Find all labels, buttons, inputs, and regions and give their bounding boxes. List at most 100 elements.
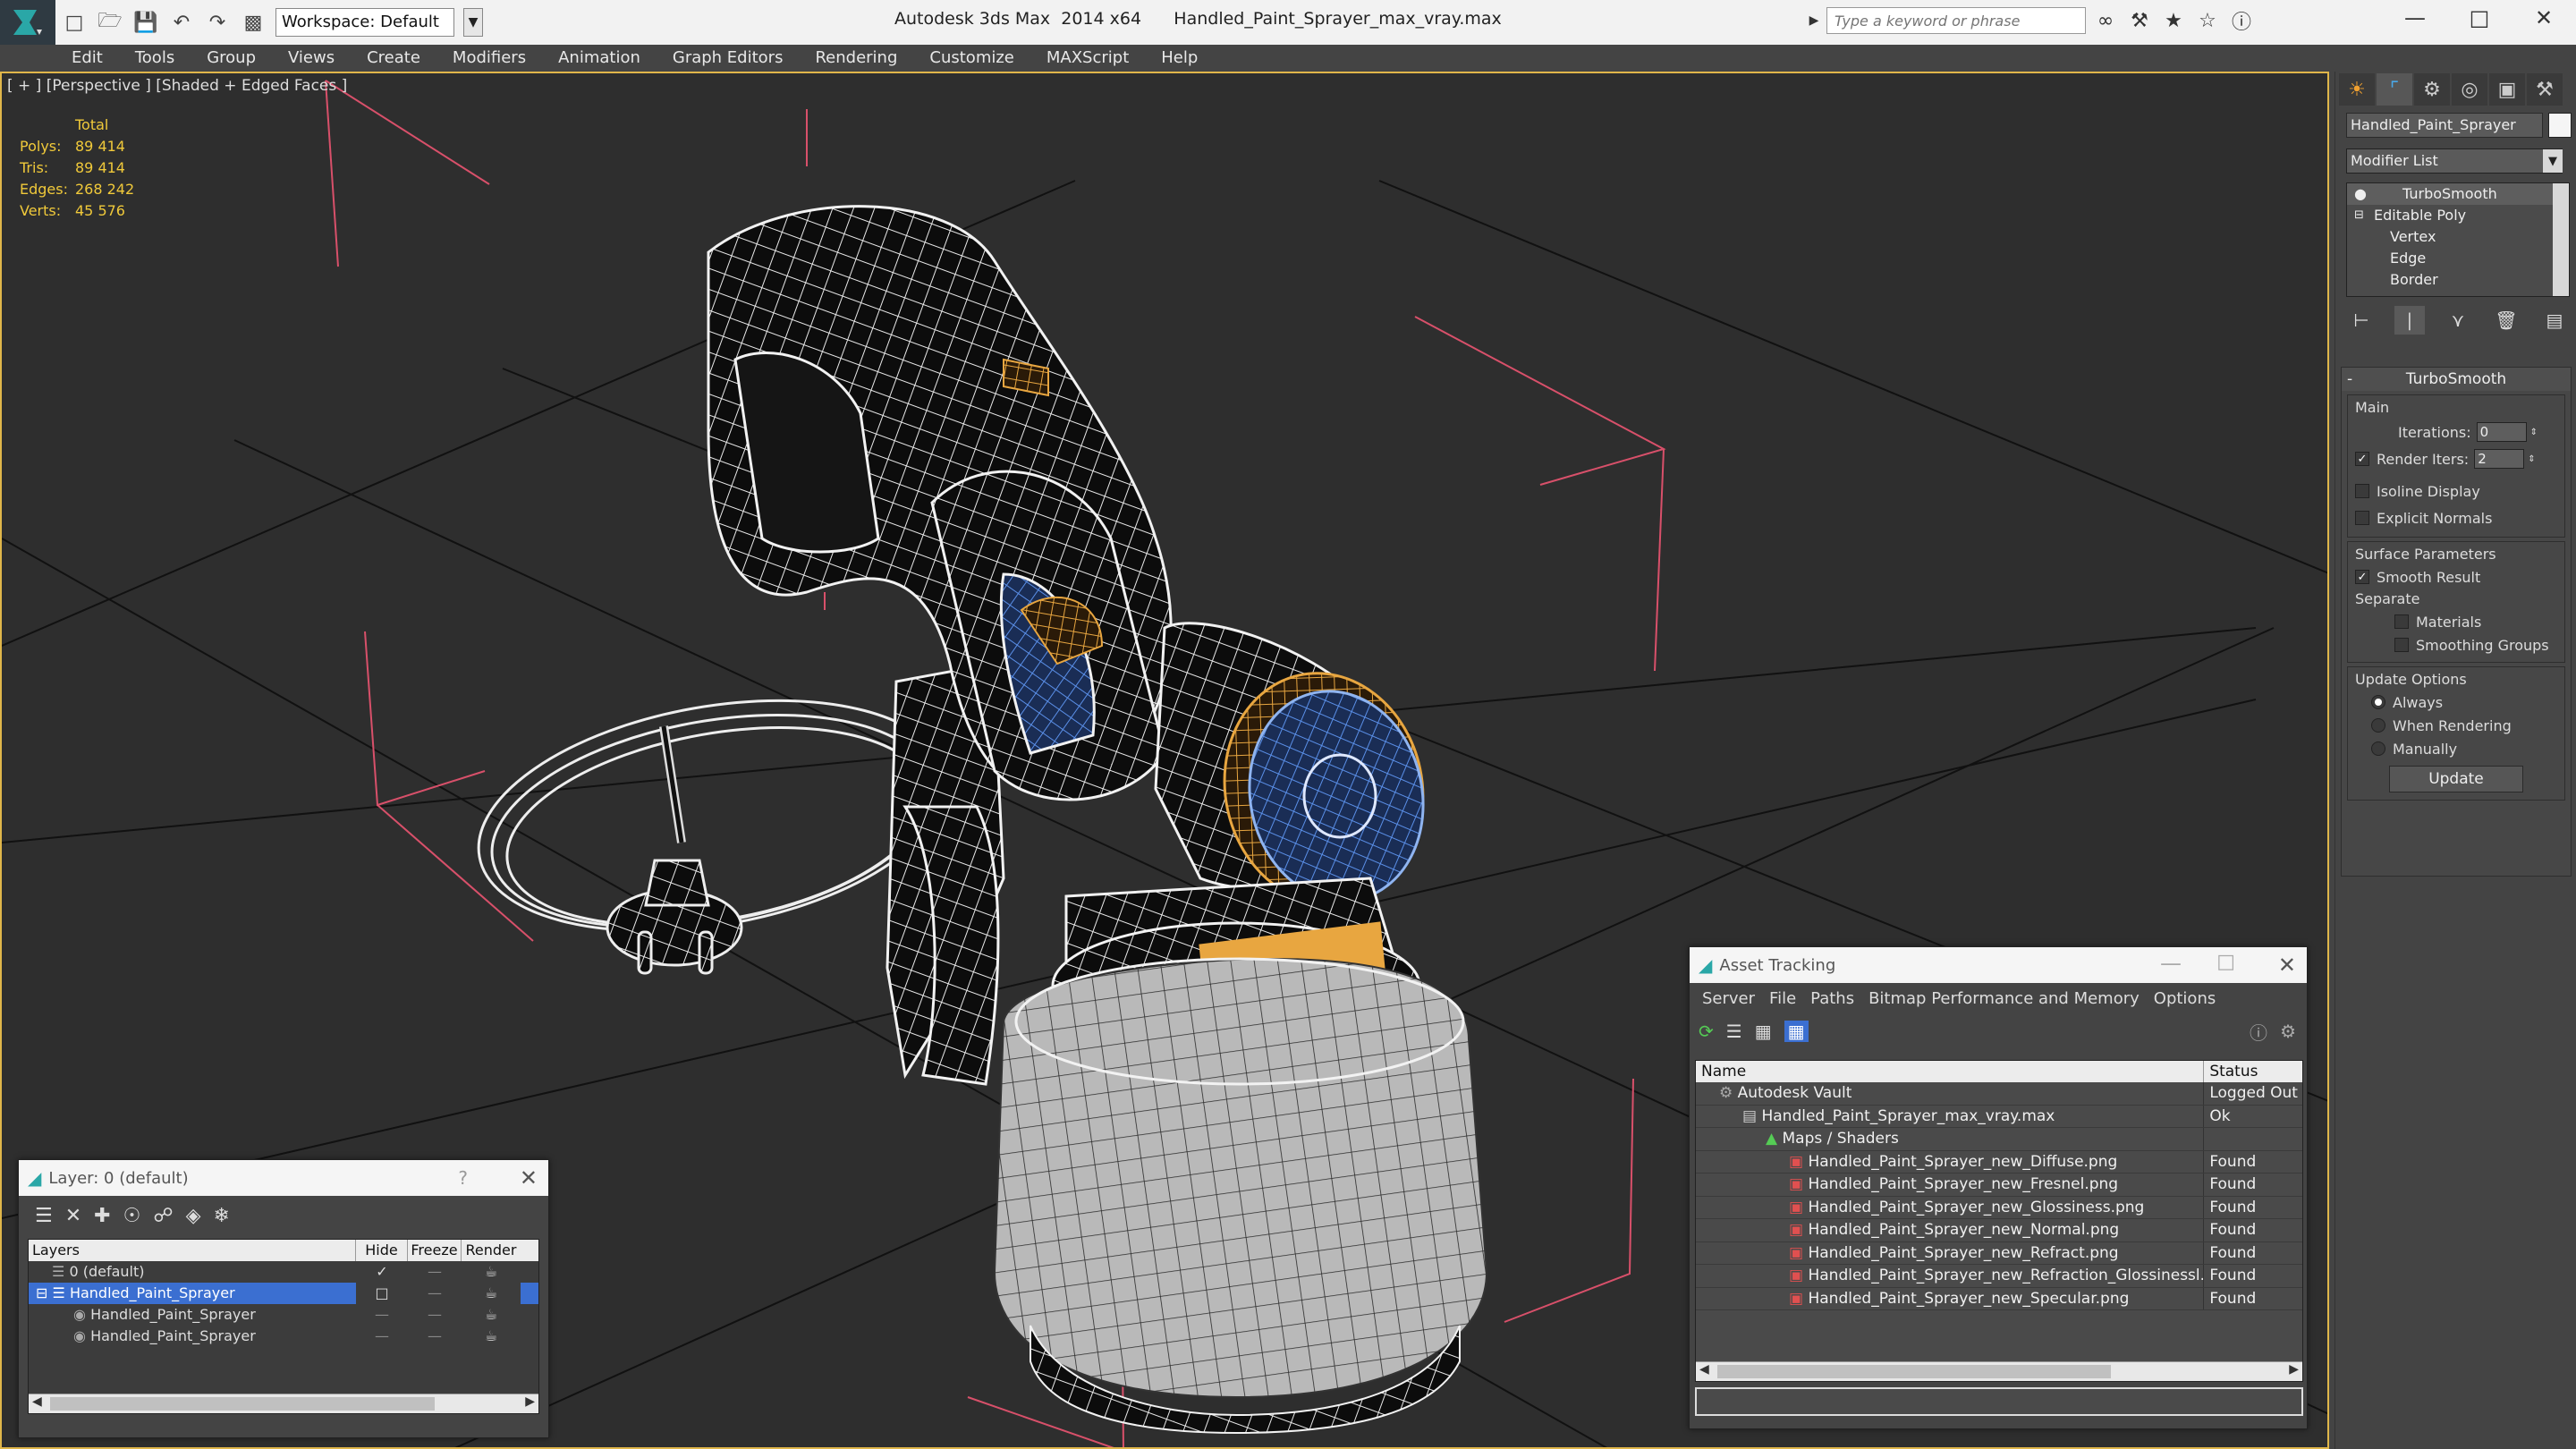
- help-icon[interactable]: ⓘ: [2250, 1019, 2267, 1045]
- horizontal-scrollbar[interactable]: ◀ ▶: [29, 1394, 538, 1413]
- menu-server[interactable]: Server: [1695, 989, 1762, 1008]
- rollout-header[interactable]: - TurboSmooth: [2342, 368, 2571, 391]
- select-layer-icon[interactable]: ☍: [153, 1205, 173, 1227]
- show-end-result-icon[interactable]: ∣: [2394, 306, 2425, 335]
- workspace-select[interactable]: Workspace: Default: [275, 8, 454, 37]
- layer-window-titlebar[interactable]: ◢ Layer: 0 (default) ? ✕: [19, 1160, 548, 1196]
- explicit-normals-checkbox[interactable]: [2355, 511, 2369, 525]
- current-layer-check-icon[interactable]: ✓: [356, 1261, 408, 1283]
- freeze-toggle[interactable]: —: [408, 1283, 462, 1304]
- menu-paths[interactable]: Paths: [1803, 989, 1861, 1008]
- render-teapot-icon[interactable]: ☕: [462, 1283, 521, 1304]
- asset-row[interactable]: ▣ Handled_Paint_Sprayer_new_Diffuse.png F…: [1696, 1150, 2302, 1174]
- menu-options[interactable]: Options: [2147, 989, 2223, 1008]
- layer-row[interactable]: ◉ Handled_Paint_Sprayer — — ☕: [29, 1326, 538, 1347]
- maximize-icon[interactable]: □: [2216, 951, 2235, 973]
- stack-item-editable-poly[interactable]: ⊟ Editable Poly: [2347, 205, 2569, 226]
- list-view-icon[interactable]: ☰: [1726, 1021, 1742, 1042]
- asset-row[interactable]: ▣ Handled_Paint_Sprayer_new_Glossiness.p…: [1696, 1196, 2302, 1219]
- render-teapot-icon[interactable]: ☕: [462, 1261, 521, 1283]
- subscription-icon[interactable]: ⚒: [2125, 7, 2154, 34]
- asset-row[interactable]: ▣ Handled_Paint_Sprayer_new_Normal.png Fo…: [1696, 1219, 2302, 1242]
- freeze-toggle[interactable]: —: [408, 1304, 462, 1326]
- menu-modifiers[interactable]: Modifiers: [436, 45, 542, 72]
- table-view-icon[interactable]: ▦: [1784, 1021, 1809, 1042]
- smoothing-groups-checkbox[interactable]: [2394, 638, 2409, 652]
- thumbnail-view-icon[interactable]: ▦: [1755, 1021, 1772, 1042]
- asset-path-field[interactable]: [1695, 1387, 2303, 1416]
- close-icon[interactable]: ✕: [2512, 0, 2576, 36]
- column-status[interactable]: Status: [2204, 1061, 2302, 1082]
- new-file-icon[interactable]: □: [61, 9, 88, 36]
- scroll-thumb[interactable]: [1717, 1365, 2111, 1378]
- stack-item-edge[interactable]: Edge: [2347, 248, 2569, 269]
- redo-icon[interactable]: ↷: [204, 9, 231, 36]
- menu-maxscript[interactable]: MAXScript: [1030, 45, 1145, 72]
- column-layers[interactable]: Layers: [29, 1240, 356, 1261]
- hierarchy-tab-icon[interactable]: ⚙: [2414, 73, 2450, 106]
- column-name[interactable]: Name: [1696, 1061, 2205, 1082]
- pin-stack-icon[interactable]: ⊢: [2346, 306, 2377, 335]
- search-input[interactable]: [1826, 7, 2086, 34]
- freeze-toggle[interactable]: —: [408, 1261, 462, 1283]
- help-icon[interactable]: ⓘ: [2227, 7, 2256, 34]
- collapse-minus-icon[interactable]: ⊟: [36, 1284, 47, 1301]
- stack-item-turbosmooth[interactable]: ● TurboSmooth: [2347, 183, 2569, 205]
- hide-all-icon[interactable]: ◈: [186, 1205, 201, 1227]
- display-tab-icon[interactable]: ▣: [2489, 73, 2525, 106]
- materials-checkbox[interactable]: [2394, 614, 2409, 629]
- close-icon[interactable]: ✕: [520, 1165, 538, 1191]
- delete-layer-icon[interactable]: ✕: [65, 1205, 81, 1227]
- column-render[interactable]: Render: [462, 1240, 521, 1261]
- minimize-icon[interactable]: —: [2160, 951, 2182, 976]
- lightbulb-icon[interactable]: ●: [2354, 183, 2367, 205]
- remove-modifier-icon[interactable]: 🗑: [2491, 306, 2521, 335]
- object-color-swatch[interactable]: [2548, 113, 2572, 138]
- asset-row[interactable]: ▣ Handled_Paint_Sprayer_new_Refract.png F…: [1696, 1241, 2302, 1265]
- modify-tab-icon[interactable]: ⌜: [2377, 73, 2412, 106]
- close-icon[interactable]: ✕: [2278, 953, 2296, 978]
- update-button[interactable]: Update: [2389, 766, 2523, 792]
- scroll-left-icon[interactable]: ◀: [1699, 1362, 1709, 1377]
- expand-arrow-icon[interactable]: ▶: [1807, 7, 1821, 34]
- project-folder-icon[interactable]: ▩: [240, 9, 267, 36]
- horizontal-scrollbar[interactable]: ◀ ▶: [1696, 1361, 2302, 1381]
- maximize-icon[interactable]: □: [2447, 0, 2512, 36]
- binoculars-icon[interactable]: ∞: [2091, 7, 2120, 34]
- layer-row-selected[interactable]: ⊟ ☰ Handled_Paint_Sprayer □ — ☕: [29, 1283, 538, 1304]
- always-radio[interactable]: [2371, 695, 2385, 709]
- undo-icon[interactable]: ↶: [168, 9, 195, 36]
- create-tab-icon[interactable]: ☀: [2339, 73, 2375, 106]
- menu-help[interactable]: Help: [1145, 45, 1214, 72]
- stack-item-border[interactable]: Border: [2347, 269, 2569, 291]
- select-objects-icon[interactable]: ☉: [123, 1205, 141, 1227]
- utilities-tab-icon[interactable]: ⚒: [2527, 73, 2563, 106]
- open-file-icon[interactable]: 🗁: [97, 9, 123, 36]
- menu-edit[interactable]: Edit: [55, 45, 119, 72]
- hide-toggle[interactable]: □: [356, 1283, 408, 1304]
- asset-row[interactable]: ▣ Handled_Paint_Sprayer_new_Refraction_G…: [1696, 1265, 2302, 1288]
- modifier-list-select[interactable]: Modifier List: [2346, 148, 2563, 174]
- app-menu-button[interactable]: [0, 0, 55, 45]
- menu-create[interactable]: Create: [351, 45, 436, 72]
- render-iters-checkbox[interactable]: ✓: [2355, 452, 2369, 466]
- asset-row[interactable]: ▤ Handled_Paint_Sprayer_max_vray.max Ok: [1696, 1105, 2302, 1128]
- manually-radio[interactable]: [2371, 741, 2385, 756]
- make-unique-icon[interactable]: ⋎: [2443, 306, 2473, 335]
- freeze-toggle[interactable]: —: [408, 1326, 462, 1347]
- scroll-right-icon[interactable]: ▶: [2289, 1362, 2299, 1377]
- when-rendering-radio[interactable]: [2371, 718, 2385, 733]
- menu-customize[interactable]: Customize: [913, 45, 1030, 72]
- render-teapot-icon[interactable]: ☕: [462, 1304, 521, 1326]
- chevron-down-icon[interactable]: ▼: [2543, 149, 2563, 173]
- menu-views[interactable]: Views: [272, 45, 351, 72]
- render-teapot-icon[interactable]: ☕: [462, 1326, 521, 1347]
- column-hide[interactable]: Hide: [356, 1240, 408, 1261]
- menu-animation[interactable]: Animation: [542, 45, 657, 72]
- stack-scrollbar[interactable]: [2553, 183, 2569, 296]
- object-name-field[interactable]: Handled_Paint_Sprayer: [2346, 113, 2543, 138]
- menu-tools[interactable]: Tools: [119, 45, 191, 72]
- save-file-icon[interactable]: 💾: [132, 9, 159, 36]
- layer-row[interactable]: ☰ 0 (default) ✓ — ☕: [29, 1261, 538, 1283]
- motion-tab-icon[interactable]: ◎: [2452, 73, 2487, 106]
